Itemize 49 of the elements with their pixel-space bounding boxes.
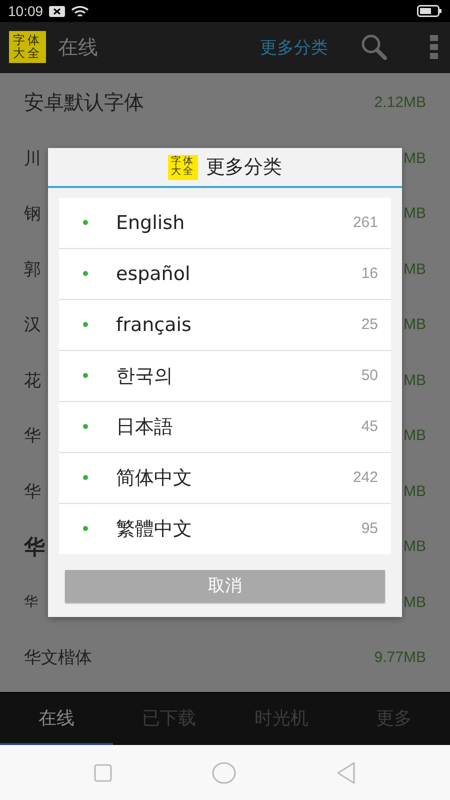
font-size: MB [404, 372, 426, 389]
font-name: 安卓默认字体 [24, 89, 144, 116]
dialog-title: 更多分类 [206, 155, 282, 180]
category-item[interactable]: 繁體中文 95 [59, 504, 391, 554]
app-logo: 字体大全 [9, 31, 46, 63]
font-name: 华 [24, 593, 38, 612]
font-size: 9.77MB [374, 649, 426, 666]
font-name: 钢 [24, 203, 41, 226]
bullet-icon [83, 373, 88, 378]
category-item[interactable]: 日本語 45 [59, 402, 391, 452]
battery-icon [417, 5, 442, 17]
font-size: MB [404, 594, 426, 611]
font-name: 汉 [24, 314, 41, 336]
wifi-icon [71, 4, 90, 18]
category-item[interactable]: English 261 [59, 198, 391, 248]
bullet-icon [83, 424, 88, 430]
bullet-icon [83, 475, 88, 480]
back-icon[interactable] [336, 762, 356, 784]
bullet-icon [83, 271, 88, 276]
category-item[interactable]: français 25 [59, 300, 391, 350]
bullet-icon [83, 220, 88, 226]
page-title: 在线 [58, 34, 98, 60]
font-name: 川 [24, 148, 41, 170]
search-icon[interactable] [360, 33, 388, 61]
font-name: 华 [24, 425, 41, 448]
bullet-icon [83, 322, 88, 328]
category-item[interactable]: 한국의 50 [59, 351, 391, 400]
font-name: 郭 [24, 258, 41, 281]
bullet-icon [83, 526, 88, 532]
dialog-logo: 字体大全 [168, 154, 198, 180]
category-item[interactable]: 简体中文 242 [59, 453, 391, 502]
status-time: 10:09 [8, 3, 44, 19]
font-size: MB [404, 427, 426, 444]
font-size: MB [404, 205, 426, 222]
font-name: 华 [24, 532, 45, 561]
font-size: MB [404, 260, 426, 278]
recent-apps-icon[interactable] [94, 764, 112, 782]
font-size: MB [404, 150, 426, 167]
font-name: 花 [24, 370, 41, 392]
font-size: MB [404, 316, 426, 334]
font-name: 华文楷体 [24, 647, 92, 670]
notification-icon [49, 6, 66, 16]
font-size: MB [404, 538, 426, 556]
font-name: 华 [24, 480, 41, 503]
font-size: MB [404, 482, 426, 500]
category-item[interactable]: español 16 [59, 249, 391, 298]
overflow-menu-icon[interactable] [430, 35, 438, 59]
font-size: 2.12MB [374, 94, 426, 112]
home-icon[interactable] [212, 762, 236, 784]
